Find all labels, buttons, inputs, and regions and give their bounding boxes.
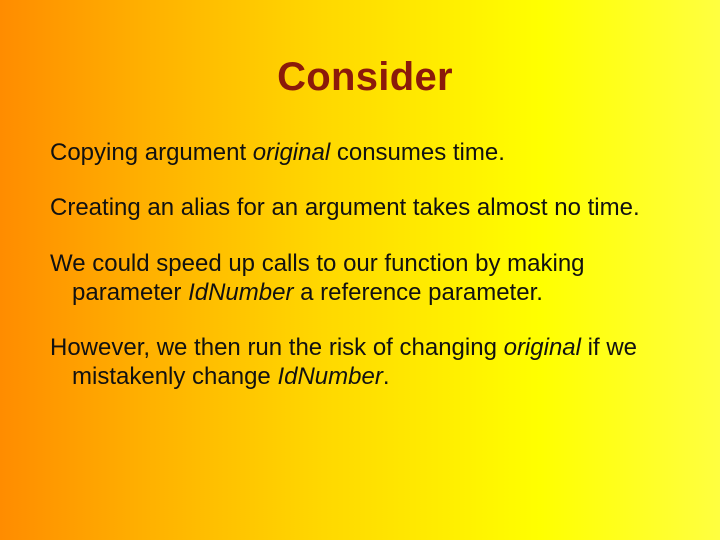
paragraph-2: Creating an alias for an argument takes … xyxy=(50,193,680,222)
slide-body: Copying argument original consumes time.… xyxy=(50,138,680,392)
paragraph-3: We could speed up calls to our function … xyxy=(50,249,680,308)
italic-text: original xyxy=(504,334,581,361)
text: Copying argument xyxy=(50,139,253,166)
text: consumes time. xyxy=(330,139,505,166)
text: However, we then run the risk of changin… xyxy=(50,334,504,361)
italic-text: original xyxy=(253,139,330,166)
paragraph-1: Copying argument original consumes time. xyxy=(50,138,680,167)
italic-text: IdNumber xyxy=(277,363,382,390)
italic-text: IdNumber xyxy=(188,279,293,306)
text: a reference parameter. xyxy=(293,279,542,306)
slide: Consider Copying argument original consu… xyxy=(0,0,720,540)
text: . xyxy=(383,363,390,390)
paragraph-4: However, we then run the risk of changin… xyxy=(50,333,680,392)
slide-title: Consider xyxy=(50,0,680,100)
